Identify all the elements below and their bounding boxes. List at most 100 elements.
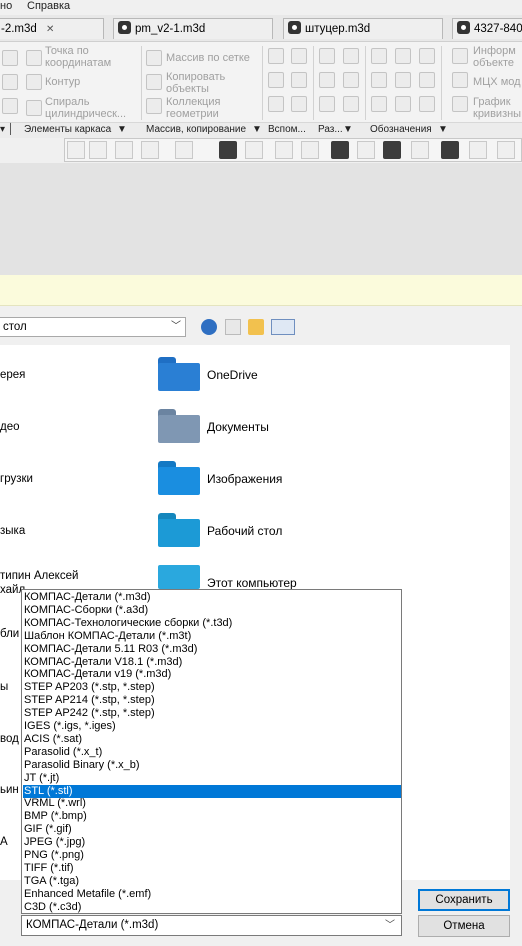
annotation-icon[interactable] (419, 48, 435, 64)
chevron-down-icon[interactable]: ▼ (117, 124, 127, 135)
file-type-option[interactable]: Шаблон КОМПАС-Детали (*.m3t) (23, 630, 401, 643)
left-item[interactable]: типин Алексей (0, 570, 78, 582)
annotation-icon[interactable] (419, 96, 435, 112)
camera-icon[interactable] (301, 141, 319, 159)
file-type-combobox[interactable]: КОМПАС-Детали (*.m3d) ﹀ (21, 915, 402, 936)
folder-name[interactable]: Изображения (207, 472, 282, 486)
group-array-copy[interactable]: Массив, копирование (146, 124, 246, 135)
display-mode-icon[interactable] (245, 141, 263, 159)
section-icon[interactable] (343, 96, 359, 112)
file-type-option[interactable]: ACIS (*.sat) (23, 733, 401, 746)
visibility-icon[interactable] (275, 141, 293, 159)
chevron-down-icon[interactable]: ▼ (438, 124, 448, 135)
annotation-icon[interactable] (419, 72, 435, 88)
left-item[interactable]: вод (0, 733, 19, 745)
aux-icon[interactable] (268, 48, 284, 64)
menu-item-partial[interactable]: но (0, 0, 12, 12)
geometry-collection-button[interactable]: Коллекция геометрии (166, 96, 220, 120)
chevron-down-icon[interactable]: ▼ (252, 124, 262, 135)
file-type-option[interactable]: VRML (*.wrl) (23, 797, 401, 810)
desktop-folder-icon[interactable] (158, 513, 200, 547)
back-icon[interactable] (201, 319, 217, 335)
left-item[interactable]: зыка (0, 525, 25, 537)
file-type-option[interactable]: Enhanced Metafile (*.emf) (23, 888, 401, 901)
view-orientation-icon[interactable] (219, 141, 237, 159)
aux-icon[interactable] (291, 96, 307, 112)
document-tab[interactable]: штуцер.m3d (283, 18, 443, 39)
document-tab[interactable]: 4327-8402 (452, 18, 522, 39)
section-icon[interactable] (319, 48, 335, 64)
grid-array-button[interactable]: Массив по сетке (166, 52, 250, 64)
left-item[interactable]: бли (0, 628, 19, 640)
file-type-dropdown-list[interactable]: КОМПАС-Детали (*.m3d) КОМПАС-Сборки (*.a3… (21, 589, 402, 914)
file-type-option[interactable]: STEP AP214 (*.stp, *.step) (23, 694, 401, 707)
onedrive-folder-icon[interactable] (158, 357, 200, 391)
mass-properties-button[interactable]: МЦХ мод (473, 76, 521, 88)
new-folder-icon[interactable] (248, 319, 264, 335)
toolbar-icon[interactable] (411, 141, 429, 159)
annotation-icon[interactable] (395, 72, 411, 88)
curvature-graph-button[interactable]: График кривизны (473, 96, 521, 120)
object-info-button[interactable]: Информ объекте (473, 45, 516, 69)
file-type-option[interactable]: JPEG (*.jpg) (23, 836, 401, 849)
file-type-option[interactable]: STEP AP242 (*.stp, *.step) (23, 707, 401, 720)
left-item[interactable]: део (0, 421, 20, 433)
group-frame-elements[interactable]: Элементы каркаса (24, 124, 111, 135)
toolbar-icon[interactable] (67, 141, 85, 159)
file-type-option[interactable]: КОМПАС-Сборки (*.a3d) (23, 604, 401, 617)
axis-icon[interactable] (175, 141, 193, 159)
file-type-option[interactable]: КОМПАС-Технологические сборки (*.t3d) (23, 617, 401, 630)
section-icon[interactable] (319, 72, 335, 88)
toolbar-icon[interactable] (469, 141, 487, 159)
folder-name[interactable]: Документы (207, 420, 269, 434)
location-combobox[interactable]: стол ﹀ (0, 317, 186, 337)
contour-button[interactable]: Контур (45, 76, 80, 88)
file-type-option[interactable]: IGES (*.igs, *.iges) (23, 720, 401, 733)
file-type-option[interactable]: Parasolid (*.x_t) (23, 746, 401, 759)
snap-icon[interactable] (331, 141, 349, 159)
file-type-option[interactable]: GIF (*.gif) (23, 823, 401, 836)
aux-icon[interactable] (268, 72, 284, 88)
left-item[interactable]: А (0, 836, 8, 848)
section-icon[interactable] (343, 48, 359, 64)
file-type-option[interactable]: BMP (*.bmp) (23, 810, 401, 823)
pen-icon[interactable] (497, 141, 515, 159)
file-type-option[interactable]: C3D (*.c3d) (23, 901, 401, 913)
file-type-option[interactable]: PNG (*.png) (23, 849, 401, 862)
pan-icon[interactable] (141, 141, 159, 159)
file-type-option[interactable]: STL (*.stl) (23, 784, 401, 798)
up-folder-icon[interactable] (225, 319, 241, 335)
annotation-icon[interactable] (395, 96, 411, 112)
annotation-icon[interactable] (371, 72, 387, 88)
annotation-icon[interactable] (371, 96, 387, 112)
toolbar-icon[interactable] (89, 141, 107, 159)
chevron-down-icon[interactable]: ﹀ (171, 318, 181, 336)
chevron-down-icon[interactable]: ﹀ (385, 916, 395, 935)
point-by-coords-button[interactable]: Точка по координатам (45, 45, 111, 69)
annotation-icon[interactable] (395, 48, 411, 64)
document-tab[interactable]: pm_v2-1.m3d (113, 18, 273, 39)
file-type-option[interactable]: КОМПАС-Детали v19 (*.m3d) (23, 668, 401, 681)
left-item[interactable]: ьин (0, 784, 19, 796)
section-icon[interactable] (343, 72, 359, 88)
file-type-option[interactable]: STEP AP203 (*.stp, *.step) (23, 681, 401, 694)
group-sections[interactable]: Раз... (318, 124, 343, 135)
documents-folder-icon[interactable] (158, 409, 200, 443)
file-type-option[interactable]: TGA (*.tga) (23, 875, 401, 888)
file-type-option[interactable]: TIFF (*.tif) (23, 862, 401, 875)
save-button[interactable]: Сохранить (418, 889, 510, 911)
left-item[interactable]: ы (0, 681, 8, 693)
zoom-icon[interactable] (115, 141, 133, 159)
toolbar-icon[interactable] (357, 141, 375, 159)
folder-name[interactable]: Этот компьютер (207, 576, 297, 590)
file-type-option[interactable]: JT (*.jt) (23, 772, 401, 785)
pictures-folder-icon[interactable] (158, 461, 200, 495)
cylindrical-spiral-button[interactable]: Спираль цилиндрическ... (45, 96, 126, 120)
file-type-option[interactable]: Parasolid Binary (*.x_b) (23, 759, 401, 772)
folder-name[interactable]: OneDrive (207, 368, 258, 382)
left-item[interactable]: ерея (0, 369, 25, 381)
aux-icon[interactable] (291, 48, 307, 64)
group-auxiliary[interactable]: Вспом... (268, 124, 306, 135)
menu-item-help[interactable]: Справка (27, 0, 70, 12)
file-type-option[interactable]: КОМПАС-Детали V18.1 (*.m3d) (23, 656, 401, 669)
